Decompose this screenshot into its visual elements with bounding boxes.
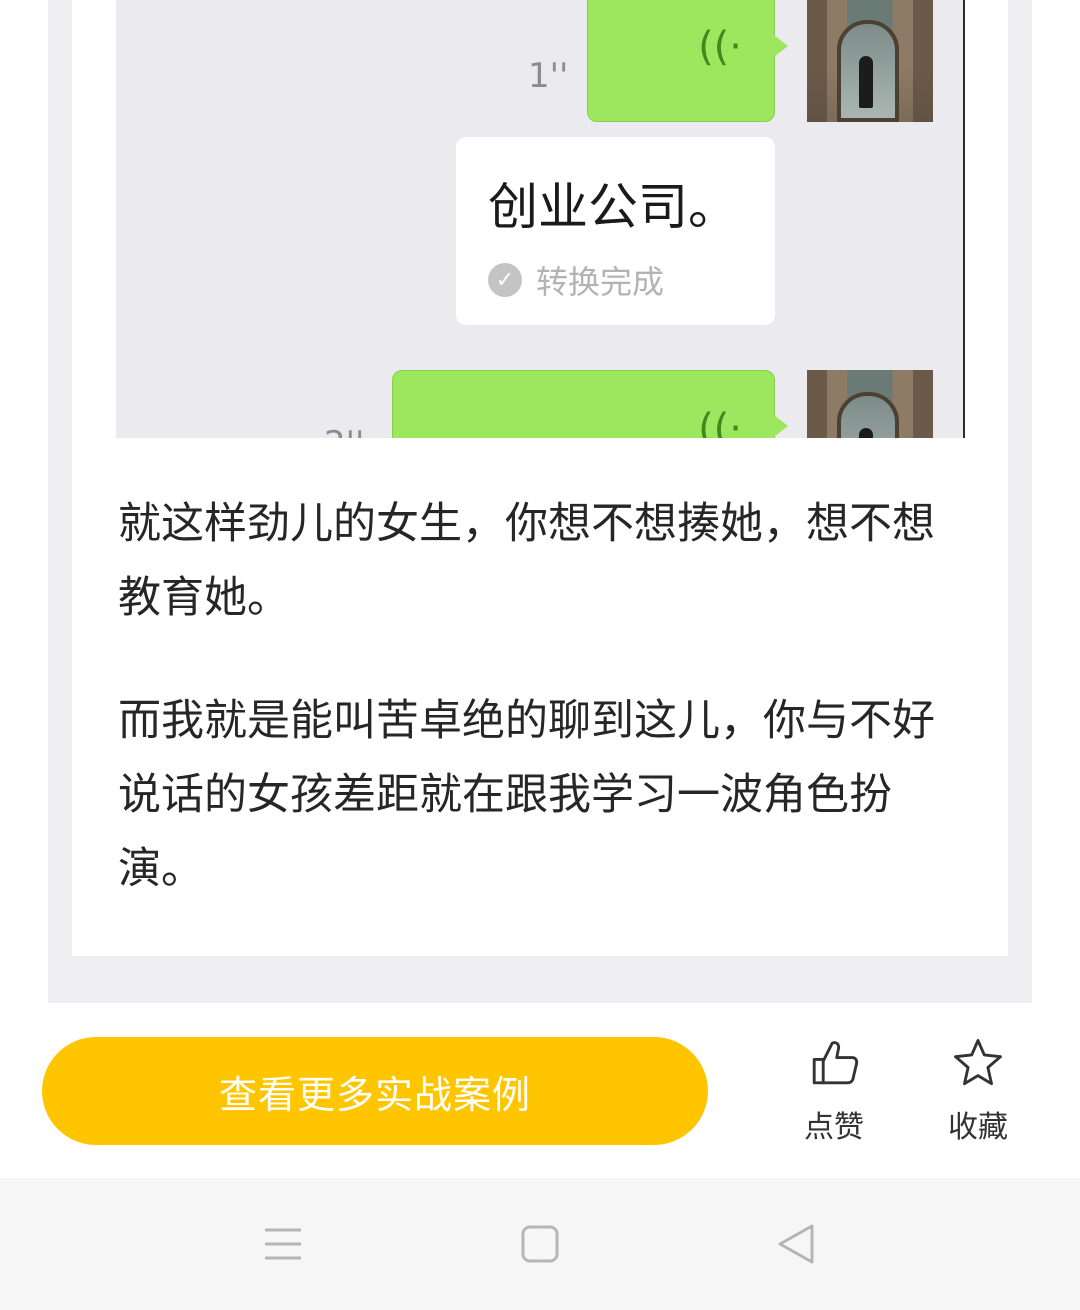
view-more-cases-button[interactable]: 查看更多实战案例	[42, 1037, 708, 1145]
voice-duration-label: 2''	[324, 424, 364, 438]
sound-wave-icon: ((·	[698, 24, 742, 70]
voice-message-bubble: ((·	[587, 0, 788, 122]
transcribed-text: 创业公司。	[488, 178, 738, 236]
like-button[interactable]: 点赞	[784, 1036, 884, 1146]
voice-duration-label: 1''	[528, 56, 569, 96]
transcribe-status: ✓ 转换完成	[488, 257, 664, 303]
like-label: 点赞	[804, 1110, 864, 1145]
star-icon	[954, 1039, 1002, 1086]
avatar	[807, 370, 933, 438]
check-circle-icon: ✓	[488, 263, 522, 297]
menu-icon[interactable]	[261, 1222, 305, 1266]
bubble-tail	[774, 415, 788, 437]
transcribe-status-label: 转换完成	[536, 263, 665, 301]
article-paragraph: 而我就是能叫苦卓绝的聊到这儿，你与不好说话的女孩差距就在跟我学习一波角色扮演。	[118, 696, 935, 894]
bubble-tail	[774, 35, 788, 57]
home-icon[interactable]	[518, 1222, 562, 1266]
favorite-button[interactable]: 收藏	[928, 1036, 1028, 1146]
sound-wave-icon: ((·	[698, 406, 742, 438]
favorite-label: 收藏	[948, 1110, 1008, 1145]
transcription-bubble: 创业公司。 ✓ 转换完成	[456, 137, 775, 325]
voice-message-bubble: ((·	[392, 370, 788, 438]
system-navigation-bar	[0, 1178, 1080, 1310]
back-icon[interactable]	[774, 1222, 818, 1266]
avatar	[807, 0, 933, 122]
thumbs-up-icon	[812, 1041, 859, 1085]
chat-screenshot-image: 1'' ((· 创业公司。 ✓ 转换完成 2'' ((·	[116, 0, 965, 438]
article-page: 1'' ((· 创业公司。 ✓ 转换完成 2'' ((· 就这样劲儿的女生，你想…	[0, 0, 1080, 1310]
article-paragraph: 就这样劲儿的女生，你想不想揍她，想不想教育她。	[118, 499, 935, 623]
